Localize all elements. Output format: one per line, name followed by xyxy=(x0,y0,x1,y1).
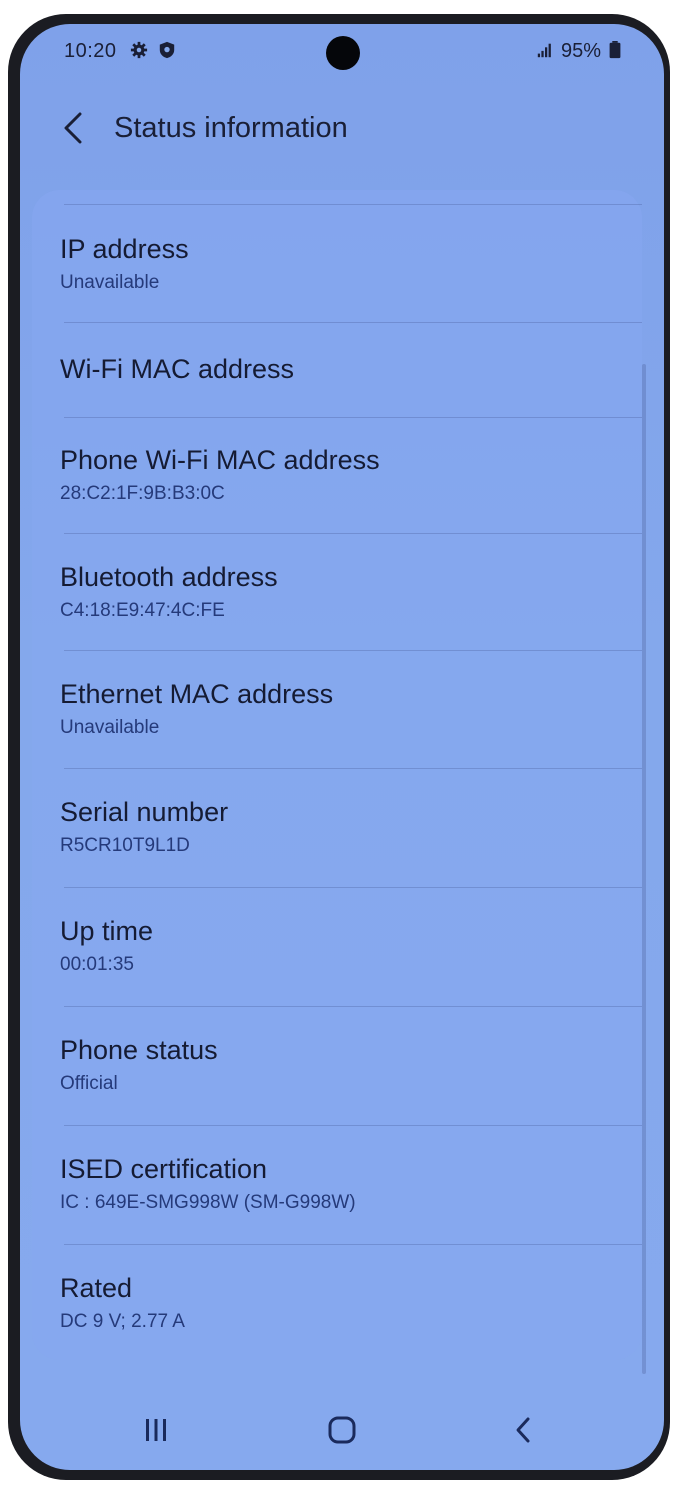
list-item-serial-number[interactable]: Serial number R5CR10T9L1D xyxy=(60,795,630,859)
back-nav-icon[interactable] xyxy=(504,1410,544,1450)
list-item-up-time[interactable]: Up time 00:01:35 xyxy=(60,914,630,978)
item-label: Ethernet MAC address xyxy=(60,679,334,709)
list-item-ethernet-mac-address[interactable]: Ethernet MAC address Unavailable xyxy=(60,677,630,741)
gear-icon xyxy=(130,41,148,59)
item-value: Official xyxy=(60,1073,118,1094)
list-item-phone-wifi-mac-address[interactable]: Phone Wi-Fi MAC address 28:C2:1F:9B:B3:0… xyxy=(60,443,630,507)
scrollbar[interactable] xyxy=(642,364,646,1374)
divider xyxy=(64,533,642,534)
divider xyxy=(64,650,642,651)
divider xyxy=(64,322,642,323)
item-label: ISED certification xyxy=(60,1154,268,1184)
status-time: 10:20 xyxy=(64,40,117,62)
item-label: Up time xyxy=(60,916,154,946)
item-label: Serial number xyxy=(60,797,229,827)
item-label: Phone status xyxy=(60,1035,218,1065)
list-item-ised-certification[interactable]: ISED certification IC : 649E-SMG998W (SM… xyxy=(60,1152,630,1216)
app-bar: Status information xyxy=(20,84,664,174)
battery-percentage: 95% xyxy=(561,40,602,62)
list-item-ip-address[interactable]: IP address Unavailable xyxy=(60,232,630,296)
item-label: Phone Wi-Fi MAC address xyxy=(60,445,380,475)
item-label: Bluetooth address xyxy=(60,562,278,592)
item-value: 00:01:35 xyxy=(60,954,134,975)
divider xyxy=(64,417,642,418)
screen: 10:20 95% Status information IP address … xyxy=(20,24,664,1470)
page-title: Status information xyxy=(114,112,348,144)
list-item-rated[interactable]: Rated DC 9 V; 2.77 A xyxy=(60,1271,630,1335)
signal-icon xyxy=(537,43,551,58)
divider xyxy=(64,887,642,888)
shield-icon xyxy=(159,41,175,59)
divider xyxy=(64,1244,642,1245)
item-value: Unavailable xyxy=(60,272,160,293)
battery-icon xyxy=(609,41,621,59)
item-value: 28:C2:1F:9B:B3:0C xyxy=(60,483,225,504)
list-item-wifi-mac-address[interactable]: Wi-Fi MAC address xyxy=(60,352,630,386)
phone-frame: 10:20 95% Status information IP address … xyxy=(8,14,670,1480)
home-icon[interactable] xyxy=(322,1410,362,1450)
back-arrow-icon[interactable] xyxy=(60,110,88,146)
recent-apps-icon[interactable] xyxy=(136,1410,176,1450)
item-label: IP address xyxy=(60,234,189,264)
divider xyxy=(64,204,642,205)
divider xyxy=(64,768,642,769)
item-value: IC : 649E-SMG998W (SM-G998W) xyxy=(60,1192,356,1213)
front-camera xyxy=(326,36,360,70)
item-value: C4:18:E9:47:4C:FE xyxy=(60,600,225,621)
item-value: R5CR10T9L1D xyxy=(60,835,190,856)
list-item-phone-status[interactable]: Phone status Official xyxy=(60,1033,630,1097)
status-bar: 10:20 95% xyxy=(20,24,664,84)
item-value: Unavailable xyxy=(60,717,160,738)
item-value: DC 9 V; 2.77 A xyxy=(60,1311,185,1332)
divider xyxy=(64,1125,642,1126)
divider xyxy=(64,1006,642,1007)
list-item-bluetooth-address[interactable]: Bluetooth address C4:18:E9:47:4C:FE xyxy=(60,560,630,624)
item-label: Wi-Fi MAC address xyxy=(60,354,295,384)
item-label: Rated xyxy=(60,1273,133,1303)
navigation-bar xyxy=(20,1404,664,1464)
status-list: IP address Unavailable Wi-Fi MAC address… xyxy=(32,190,642,1360)
